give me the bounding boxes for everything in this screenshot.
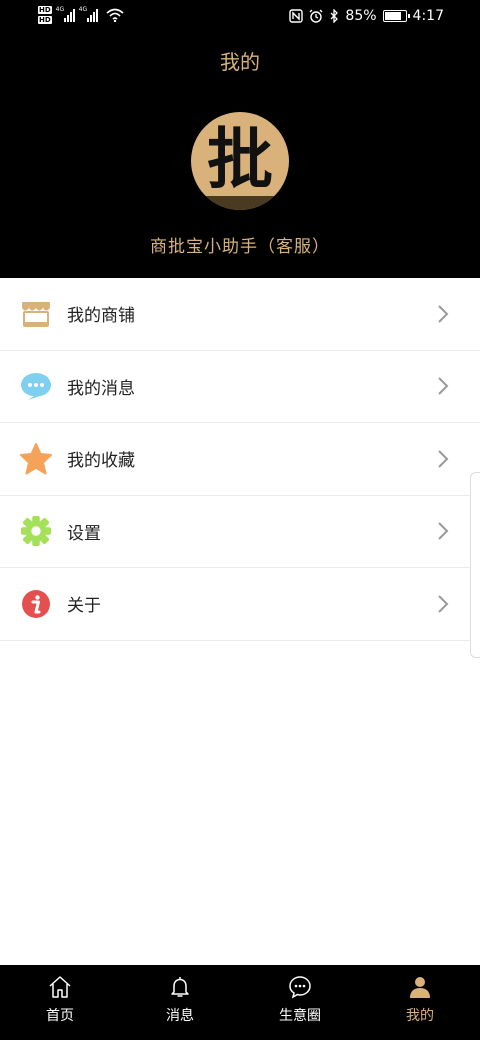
avatar-logo-glyph: 批 [207, 121, 273, 198]
battery-icon [382, 10, 410, 22]
menu-item-my-favorites[interactable]: 我的收藏 [0, 423, 480, 496]
menu-label-my-shop: 我的商铺 [67, 306, 135, 327]
nav-tab-messages[interactable]: 消息 [120, 965, 240, 1040]
wifi-icon [106, 8, 124, 22]
nav-label-business-circle: 生意圈 [279, 1008, 321, 1024]
home-icon [49, 976, 71, 998]
signal-2-icon: 4G [78, 6, 98, 22]
menu-label-my-favorites: 我的收藏 [67, 451, 135, 472]
chevron-right-icon [438, 305, 449, 323]
star-icon [20, 442, 52, 475]
clock: 4:17 [412, 8, 444, 24]
chevron-right-icon [438, 595, 449, 613]
hd-bottom-label: HD [38, 16, 52, 24]
avatar-shade [191, 196, 289, 210]
nav-tab-mine[interactable]: 我的 [360, 965, 480, 1040]
person-icon [410, 977, 430, 998]
menu-list: 我的商铺 我的消息 我的收藏 设置 关于 [0, 278, 480, 641]
bottom-nav: 首页 消息 生意圈 我的 [0, 965, 480, 1040]
hd-indicator: HD HD [38, 6, 52, 24]
nav-label-home: 首页 [46, 1008, 74, 1024]
chat-bubble-icon [20, 370, 52, 402]
menu-label-about: 关于 [67, 596, 101, 617]
network-type-1: 4G [55, 6, 65, 13]
network-type-2: 4G [78, 6, 88, 13]
signal-1-icon: 4G [55, 6, 75, 22]
battery-percent: 85% [345, 8, 377, 24]
side-pull-tab[interactable] [470, 472, 480, 658]
chevron-right-icon [438, 450, 449, 468]
shop-icon [20, 298, 52, 330]
profile-header: 我的 批 商批宝小助手（客服） [0, 36, 480, 278]
nav-tab-business-circle[interactable]: 生意圈 [240, 965, 360, 1040]
menu-item-my-shop[interactable]: 我的商铺 [0, 278, 480, 351]
menu-item-my-messages[interactable]: 我的消息 [0, 350, 480, 423]
menu-label-settings: 设置 [67, 523, 101, 544]
nav-label-mine: 我的 [406, 1008, 434, 1024]
user-name: 商批宝小助手（客服） [150, 237, 330, 257]
info-icon [20, 588, 52, 620]
gear-icon [20, 515, 52, 547]
bluetooth-icon [330, 9, 339, 23]
chevron-right-icon [438, 522, 449, 540]
chat-circle-icon [289, 976, 311, 999]
nav-tab-home[interactable]: 首页 [0, 965, 120, 1040]
avatar[interactable]: 批 [191, 112, 289, 210]
nfc-icon [289, 9, 304, 23]
menu-item-about[interactable]: 关于 [0, 568, 480, 641]
status-bar: HD HD 4G 4G 85% 4:17 [0, 0, 480, 36]
page-title: 我的 [220, 50, 260, 74]
nav-label-messages: 消息 [166, 1008, 194, 1024]
bell-icon [171, 977, 189, 997]
chevron-right-icon [438, 377, 449, 395]
battery-fill [384, 12, 401, 20]
menu-label-my-messages: 我的消息 [67, 378, 135, 399]
alarm-icon [309, 9, 323, 23]
hd-top-label: HD [38, 6, 52, 14]
menu-item-settings[interactable]: 设置 [0, 495, 480, 568]
